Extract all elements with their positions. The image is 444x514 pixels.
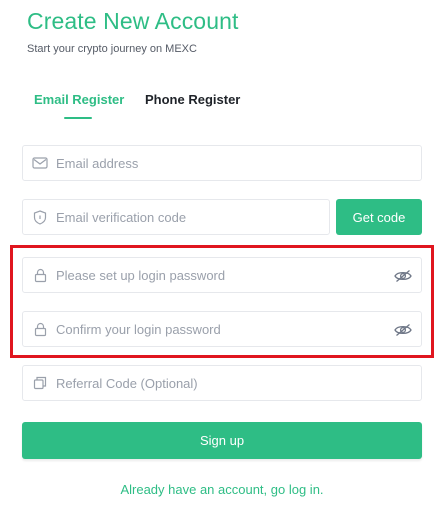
referral-placeholder: Referral Code (Optional) [56,375,198,391]
get-code-button[interactable]: Get code [336,199,422,235]
verification-code-field[interactable]: Email verification code [22,199,330,235]
go-log-in-link[interactable]: Already have an account, go log in. [0,482,444,497]
tab-phone-register[interactable]: Phone Register [145,92,240,107]
active-tab-indicator [64,117,92,119]
email-field[interactable]: Email address [22,145,422,181]
mail-icon [32,155,48,171]
page-title: Create New Account [27,8,239,34]
copy-icon [32,375,48,391]
page-subtitle: Start your crypto journey on MEXC [27,43,197,55]
tab-email-register[interactable]: Email Register [34,92,124,107]
password-highlight-box [10,245,434,358]
email-placeholder: Email address [56,155,139,171]
sign-up-button[interactable]: Sign up [22,422,422,459]
register-tabs: Email Register Phone Register [34,92,334,122]
verification-placeholder: Email verification code [56,209,187,225]
shield-icon [32,209,48,225]
referral-code-field[interactable]: Referral Code (Optional) [22,365,422,401]
register-page: Create New Account Start your crypto jou… [0,0,444,514]
